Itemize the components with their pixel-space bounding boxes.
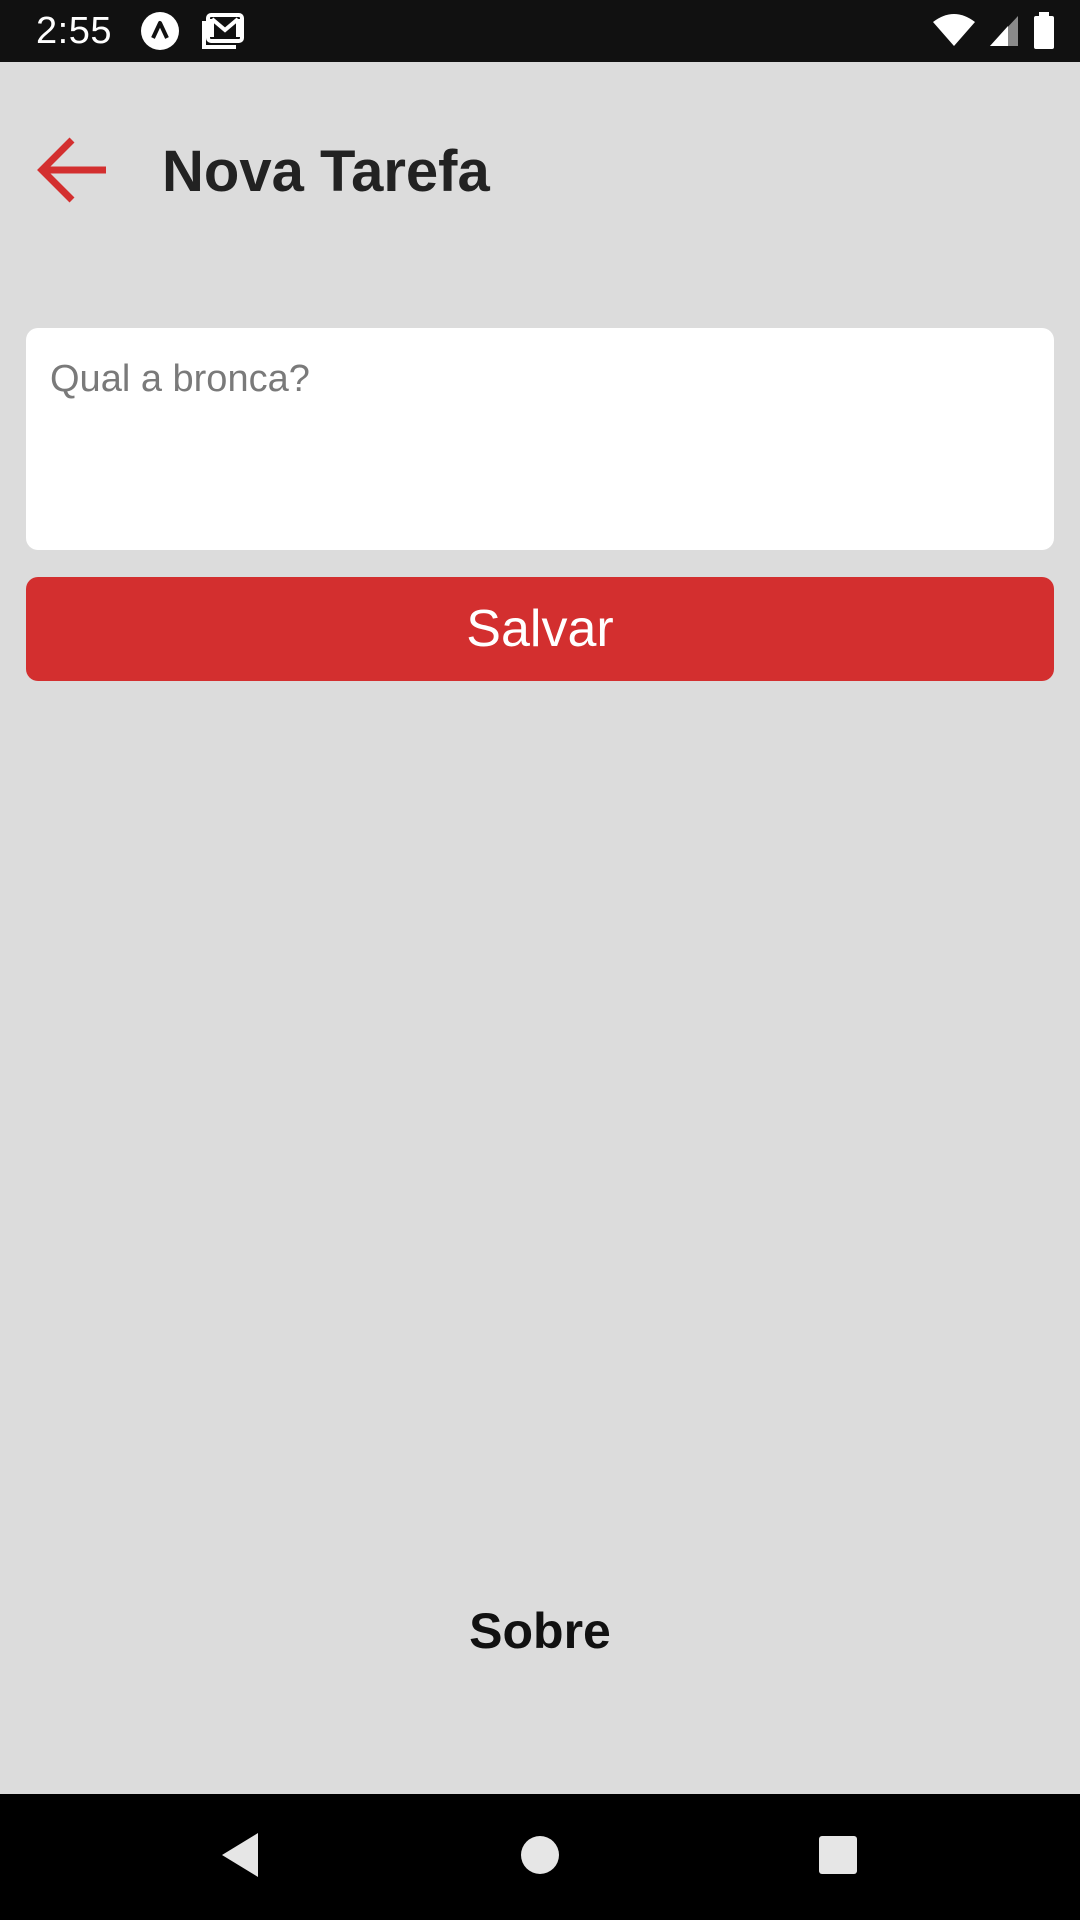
app-notification-icon — [140, 11, 180, 51]
about-link[interactable]: Sobre — [0, 1602, 1080, 1660]
recents-square-icon — [818, 1835, 858, 1880]
gmail-icon — [201, 13, 244, 49]
wifi-icon — [932, 14, 976, 48]
back-triangle-icon — [218, 1831, 262, 1884]
status-bar: 2:55 — [0, 0, 1080, 62]
back-button[interactable] — [26, 124, 122, 220]
nav-back-button[interactable] — [180, 1794, 300, 1920]
battery-icon — [1032, 12, 1056, 50]
task-input[interactable] — [26, 328, 1054, 550]
screen: 2:55 Nova Tarefa Qual a bronca? Salvar S… — [0, 0, 1080, 1920]
app-header: Nova Tarefa — [0, 62, 1080, 278]
cell-signal-icon — [988, 14, 1020, 48]
status-time: 2:55 — [36, 9, 112, 52]
arrow-left-icon — [36, 132, 112, 213]
save-button[interactable]: Salvar — [26, 577, 1054, 681]
home-circle-icon — [520, 1835, 560, 1880]
page-title: Nova Tarefa — [162, 139, 490, 204]
nav-home-button[interactable] — [480, 1794, 600, 1920]
status-system-icons — [932, 12, 1056, 50]
system-nav-bar — [0, 1794, 1080, 1920]
nav-recents-button[interactable] — [778, 1794, 898, 1920]
status-notification-icons — [140, 11, 244, 51]
